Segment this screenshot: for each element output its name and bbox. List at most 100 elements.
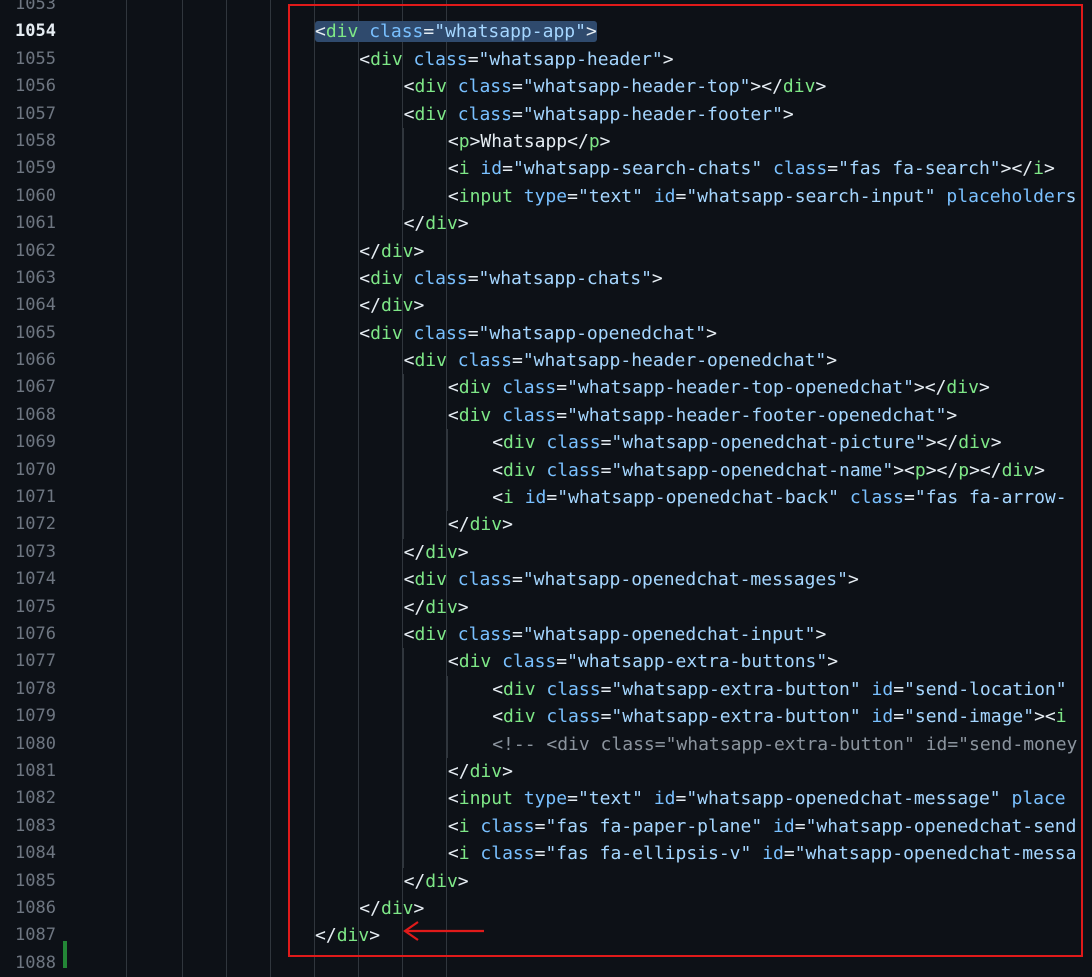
code-token: </ (359, 897, 381, 919)
indent-guide (226, 511, 227, 539)
code-token: i (458, 815, 470, 837)
code-line[interactable]: 1064 </div> (0, 292, 1092, 320)
code-line[interactable]: 1058 <p>Whatsapp</p> (0, 127, 1092, 156)
code-line[interactable]: 1068 <div class="whatsapp-header-footer-o… (0, 401, 1092, 430)
code-line[interactable]: 1082 <input type="text" id="whatsapp-open… (0, 785, 1092, 813)
code-token: "whatsapp-app" (434, 21, 586, 43)
code-token: </ (403, 213, 426, 235)
code-line[interactable]: 1076 <div class="whatsapp-openedchat-inpu… (0, 620, 1092, 649)
code-token: "whatsapp-header" (478, 48, 663, 70)
code-token: placeholder (935, 185, 1066, 207)
indent-guide (226, 210, 227, 238)
scrollbar-track[interactable] (1084, 0, 1092, 968)
code-line[interactable]: 1057 <div class="whatsapp-header-footer"> (0, 100, 1092, 128)
code-line[interactable]: 1061 </div> (0, 210, 1092, 238)
code-token: > (651, 267, 663, 289)
code-token: input (458, 185, 513, 207)
code-line[interactable]: 1063 <div class="whatsapp-chats"> (0, 264, 1092, 293)
indent-guide (314, 0, 315, 19)
indent-guide (226, 703, 227, 731)
code-token: < (447, 651, 459, 673)
code-line[interactable]: 1087 </div> (0, 922, 1092, 950)
code-line[interactable]: 1067 <div class="whatsapp-header-top-open… (0, 374, 1092, 402)
code-line[interactable]: 1069 <div class="whatsapp-openedchat-pict… (0, 429, 1092, 457)
code-line[interactable]: 1066 <div class="whatsapp-header-openedch… (0, 347, 1092, 375)
code-line[interactable]: 1065 <div class="whatsapp-openedchat"> (0, 319, 1092, 348)
code-line[interactable]: 1085 </div> (0, 867, 1092, 895)
code-line[interactable]: 1053 (0, 0, 1092, 19)
code-text: <input type="text" id="whatsapp-openedch… (303, 785, 1080, 812)
code-token: class (446, 623, 512, 645)
code-token: div (425, 596, 458, 618)
code-token: div (503, 432, 536, 454)
code-token: = (893, 706, 905, 728)
code-line[interactable]: 1073 </div> (0, 538, 1092, 567)
code-token: < (359, 48, 371, 70)
code-token: = (904, 487, 915, 509)
code-token: class (358, 21, 424, 43)
code-token: "whatsapp-header-openedchat" (522, 350, 827, 372)
indent-guide (126, 127, 127, 156)
line-number: 1077 (15, 651, 56, 672)
code-line[interactable]: 1072 </div> (0, 511, 1092, 539)
code-line[interactable]: 1062 </div> (0, 237, 1092, 265)
code-line[interactable]: 1071 <i id="whatsapp-openedchat-back" cla… (0, 484, 1092, 512)
code-token: = (467, 267, 479, 289)
indent-guide (270, 648, 271, 676)
indent-guide (226, 538, 227, 567)
code-token: = (511, 623, 523, 645)
code-line[interactable]: 1084 <i class="fas fa-ellipsis-v" id="wha… (0, 840, 1092, 868)
line-number: 1088 (15, 952, 56, 973)
indent-guide (226, 0, 227, 19)
code-token: div (414, 103, 447, 125)
indent-guide (226, 949, 227, 977)
code-token: = (534, 815, 546, 837)
code-token: < (359, 267, 371, 289)
code-line[interactable]: 1077 <div class="whatsapp-extra-buttons"> (0, 648, 1092, 676)
code-token: = (675, 185, 687, 207)
code-token: > (369, 925, 381, 947)
indent-guide (270, 210, 271, 238)
indent-guide (270, 18, 271, 46)
code-token: </ (359, 295, 381, 317)
code-token: > (662, 48, 674, 70)
indent-guide (182, 319, 183, 348)
code-token: div (325, 21, 359, 43)
code-line[interactable]: 1080 <!-- <div class="whatsapp-extra-butt… (0, 730, 1092, 758)
code-line[interactable]: 1060 <input type="text" id="whatsapp-sear… (0, 182, 1092, 211)
code-line[interactable]: 1070 <div class="whatsapp-openedchat-name… (0, 456, 1092, 485)
code-text: </div> (303, 210, 1080, 237)
code-text: </div> (303, 539, 1080, 566)
indent-guide (226, 182, 227, 211)
code-line[interactable]: 1075 </div> (0, 593, 1092, 621)
code-line[interactable]: 1054 <div class="whatsapp-app"> (0, 18, 1092, 46)
code-token: class (491, 404, 557, 426)
line-number: 1062 (15, 240, 56, 261)
indent-guide (270, 45, 271, 74)
code-token: "whatsapp-header-top" (522, 76, 751, 98)
indent-guide (270, 182, 271, 211)
code-line[interactable]: 1083 <i class="fas fa-paper-plane" id="wh… (0, 812, 1092, 841)
code-line[interactable]: 1079 <div class="whatsapp-extra-button" i… (0, 703, 1092, 731)
code-line[interactable]: 1088 (0, 949, 1092, 977)
code-token: id (751, 843, 784, 865)
code-line[interactable]: 1081 </div> (0, 757, 1092, 786)
indent-guide (226, 757, 227, 786)
line-number: 1059 (15, 158, 56, 179)
code-token: div (414, 623, 447, 645)
code-line[interactable]: 1059 <i id="whatsapp-search-chats" class=… (0, 155, 1092, 183)
indent-guide (182, 894, 183, 923)
code-editor[interactable]: 1053 1054 <div class="whatsapp-app"> 1055 <d… (0, 0, 1092, 977)
code-line[interactable]: 1056 <div class="whatsapp-header-top"></d… (0, 73, 1092, 101)
code-line[interactable]: 1055 <div class="whatsapp-header"> (0, 45, 1092, 74)
code-token: = (511, 103, 523, 125)
code-line[interactable]: 1074 <div class="whatsapp-openedchat-mess… (0, 566, 1092, 594)
code-text: <div class="whatsapp-openedchat-picture"… (303, 429, 1080, 456)
indent-guide (226, 484, 227, 512)
code-line[interactable]: 1078 <div class="whatsapp-extra-button" i… (0, 675, 1092, 704)
indent-guide (226, 100, 227, 128)
code-line[interactable]: 1086 </div> (0, 894, 1092, 923)
indent-guide (270, 155, 271, 183)
code-token: = (467, 48, 479, 70)
code-text: <div class="whatsapp-openedchat-name"><p… (303, 457, 1080, 484)
